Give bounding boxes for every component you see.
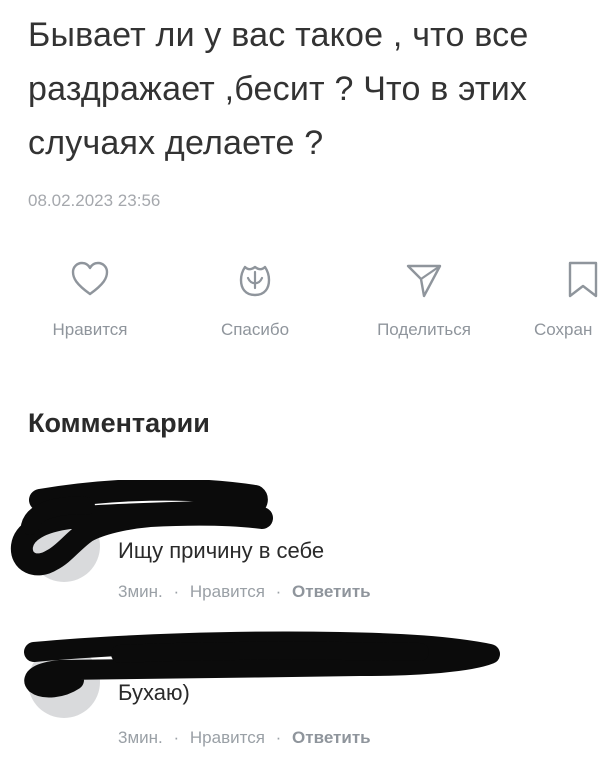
thanks-button[interactable]: Спасибо [205,258,305,340]
save-label: Сохран [534,320,593,339]
meta-separator: · [173,582,180,601]
comment-time: 3мин. [118,582,163,601]
heart-icon [71,261,109,296]
flower-icon [239,265,271,297]
meta-separator: · [275,582,282,601]
comment-reply-link[interactable]: Ответить [292,582,371,601]
comment-time: 3мин. [118,728,163,747]
comment-like-link[interactable]: Нравится [190,728,265,747]
comment-meta: 3мин. · Нравится · Ответить [118,582,377,602]
post-date: 08.02.2023 23:56 [28,191,161,210]
thanks-label: Спасибо [220,320,290,339]
redaction-scribble [24,631,500,698]
comment-meta: 3мин. · Нравится · Ответить [118,728,377,748]
comment-item: 1ч Бухаю) 3мин. · Нравится · Ответить [0,620,600,758]
comment-like-link[interactable]: Нравится [190,582,265,601]
comment-item: Ищу причину в себе 3мин. · Нравится · От… [0,480,600,620]
like-button[interactable]: Нравится [40,258,140,340]
share-label: Поделиться [377,320,471,339]
bookmark-icon [568,261,598,298]
post-text: Бывает ли у вас такое , что все раздража… [28,16,529,162]
meta-separator: · [173,728,180,747]
meta-separator: · [275,728,282,747]
send-icon [406,264,442,298]
comments-heading: Комментарии [28,408,210,438]
comment-reply-link[interactable]: Ответить [292,728,371,747]
comment-text: Бухаю) [118,680,190,705]
like-label: Нравится [52,320,128,339]
comment-text: Ищу причину в себе [118,538,325,563]
save-button[interactable]: Сохран [534,258,600,340]
post-actions: Нравится Спасибо Поделиться Сохран [0,258,600,358]
share-button[interactable]: Поделиться [360,258,488,340]
